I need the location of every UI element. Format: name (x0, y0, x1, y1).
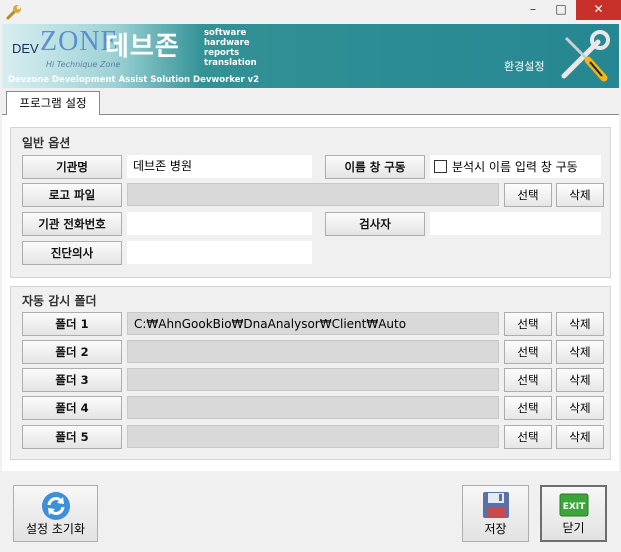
phone-field[interactable] (127, 212, 312, 235)
general-options-title: 일반 옵션 (22, 136, 71, 150)
folder-5-select-button[interactable]: 선택 (504, 425, 552, 449)
banner-subtitle: Devzone Development Assist Solution Devw… (8, 75, 260, 85)
folder-2-select-button[interactable]: 선택 (504, 340, 552, 364)
logo-file-label-button[interactable]: 로고 파일 (22, 183, 122, 207)
reset-settings-button[interactable]: 설정 초기화 (13, 485, 98, 542)
refresh-icon (42, 492, 70, 520)
wrench-icon (6, 5, 21, 20)
floppy-disk-icon (483, 492, 509, 518)
folder-3-label-button[interactable]: 폴더 3 (22, 368, 122, 392)
logo-select-button[interactable]: 선택 (504, 183, 552, 207)
save-button[interactable]: 저장 (462, 485, 529, 542)
folder-3-field[interactable] (127, 368, 499, 391)
header-banner: DEV ZONE Hi Technique Zone 데브존 software … (2, 24, 619, 88)
logo-delete-button[interactable]: 삭제 (556, 183, 604, 207)
doctor-label-button[interactable]: 진단의사 (22, 241, 122, 265)
folder-1-label-button[interactable]: 폴더 1 (22, 312, 122, 336)
close-button[interactable]: EXIT 닫기 (540, 485, 607, 542)
exit-icon: EXIT (559, 493, 589, 517)
folder-2-label-button[interactable]: 폴더 2 (22, 340, 122, 364)
inspector-label-button[interactable]: 검사자 (325, 212, 425, 236)
institution-field[interactable]: 데브존 병원 (127, 155, 312, 178)
folder-3-select-button[interactable]: 선택 (504, 368, 552, 392)
close-label: 닫기 (562, 521, 585, 535)
folder-1-field[interactable]: C:₩AhnGookBio₩DnaAnalysor₩Client₩Auto (127, 312, 499, 335)
doctor-field[interactable] (127, 241, 312, 264)
exit-icon-text: EXIT (563, 502, 586, 512)
folder-4-field[interactable] (127, 396, 499, 419)
logo-dev-text: DEV (12, 41, 39, 56)
tab-program-settings[interactable]: 프로그램 설정 (6, 91, 100, 115)
name-window-checkbox[interactable] (434, 160, 447, 173)
tab-strip: 프로그램 설정 (2, 88, 619, 115)
folder-1-select-button[interactable]: 선택 (504, 312, 552, 336)
folder-4-label-button[interactable]: 폴더 4 (22, 396, 122, 420)
folder-2-delete-button[interactable]: 삭제 (556, 340, 604, 364)
name-window-checkbox-label: 분석시 이름 입력 창 구동 (452, 160, 578, 174)
maximize-button[interactable]: □ (548, 0, 574, 20)
close-window-button[interactable]: ✕ (576, 0, 621, 20)
save-label: 저장 (484, 522, 507, 536)
institution-label-button[interactable]: 기관명 (22, 155, 122, 179)
folder-2-field[interactable] (127, 340, 499, 363)
auto-monitor-folders-title: 자동 감시 폴더 (22, 294, 97, 308)
phone-label-button[interactable]: 기관 전화번호 (22, 212, 122, 236)
reset-settings-label: 설정 초기화 (25, 522, 85, 536)
folder-5-label-button[interactable]: 폴더 5 (22, 425, 122, 449)
folder-4-delete-button[interactable]: 삭제 (556, 396, 604, 420)
title-bar[interactable]: – □ ✕ (0, 0, 621, 24)
tools-icon (561, 30, 610, 82)
folder-1-delete-button[interactable]: 삭제 (556, 312, 604, 336)
logo-korean: 데브존 (105, 32, 180, 62)
logo-words: software hardware reports translation (204, 28, 257, 68)
inspector-field[interactable] (430, 212, 601, 235)
folder-5-delete-button[interactable]: 삭제 (556, 425, 604, 449)
settings-title: 환경설정 (504, 60, 545, 73)
name-window-button[interactable]: 이름 창 구동 (325, 155, 425, 179)
folder-5-field[interactable] (127, 425, 499, 448)
folder-4-select-button[interactable]: 선택 (504, 396, 552, 420)
logo-file-field[interactable] (127, 183, 499, 206)
folder-3-delete-button[interactable]: 삭제 (556, 368, 604, 392)
minimize-button[interactable]: – (520, 0, 546, 20)
